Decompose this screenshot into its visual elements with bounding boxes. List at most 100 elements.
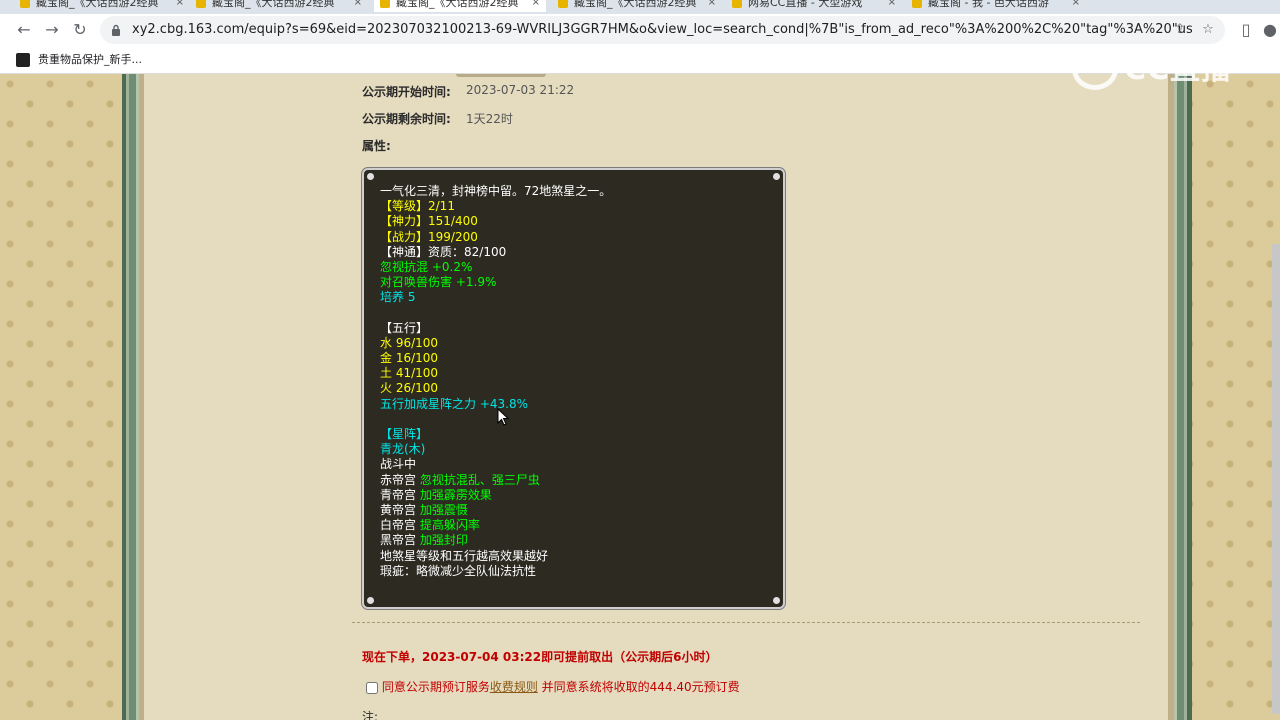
cc-logo-icon <box>1072 48 1118 90</box>
attribute-line: 培养 5 <box>380 290 611 305</box>
tab-title: 藏宝阁_《大话西游2经典 <box>396 0 519 9</box>
attribute-text: 【战力】199/200 <box>380 229 478 244</box>
attribute-line: 青帝宫 加强霹雳效果 <box>380 488 611 503</box>
attribute-line: 白帝宫 提高躲闪率 <box>380 518 611 533</box>
attribute-line: 地煞星等级和五行越高效果越好 <box>380 549 611 564</box>
attribute-text: 【星阵】 <box>380 427 429 441</box>
attribute-text: 水 96/100 <box>380 335 439 350</box>
agree-suffix: 并同意系统将收取的444.40元预订费 <box>537 680 740 694</box>
browser-tab[interactable]: 藏宝阁_《大话西游2经典 × <box>190 0 368 12</box>
tab-close-icon[interactable]: × <box>354 0 362 12</box>
address-bar[interactable]: xy2.cbg.163.com/equip?s=69&eid=202307032… <box>100 16 1225 44</box>
early-pickup-notice: 现在下单，2023-07-04 03:22即可提前取出（公示期后6小时） <box>362 650 718 664</box>
attribute-line <box>380 306 611 321</box>
attribute-text: 对召唤兽伤害 +1.9% <box>380 275 497 290</box>
palace-name: 白帝宫 <box>380 518 420 533</box>
attribute-text: 提高躲闪率 <box>419 518 480 533</box>
attribute-text: 瑕疵：略微减少全队仙法抗性 <box>380 563 537 578</box>
palace-name: 赤帝宫 <box>380 472 420 487</box>
fee-rules-link[interactable]: 收费规则 <box>490 680 538 694</box>
tab-strip: 藏宝阁_《大话西游2经典 × 藏宝阁_《大话西游2经典 × 藏宝阁_《大话西游2经典 × 藏… <box>0 0 1280 14</box>
attribute-line: 一气化三清，封神榜中留。72地煞星之一。 <box>380 184 611 199</box>
browser-tab[interactable]: 藏宝阁_《大话西游2经典 × <box>14 0 190 12</box>
tab-title: 藏宝阁_《大话西游2经典 <box>212 0 335 9</box>
panel-corner <box>773 597 780 604</box>
mouse-cursor-icon <box>497 408 509 426</box>
attribute-text: 忽视抗混 +0.2% <box>380 259 473 274</box>
palace-name: 黑帝宫 <box>380 533 420 548</box>
attribute-line: 五行加成星阵之力 +43.8% <box>380 397 611 412</box>
attribute-text: 培养 5 <box>380 290 416 305</box>
attribute-line: 【神通】资质：82/100 <box>380 245 611 260</box>
attribute-lines: 一气化三清，封神榜中留。72地煞星之一。 【等级】2/11 【神力】151/400 【… <box>380 184 611 579</box>
forward-icon[interactable]: → <box>40 18 64 42</box>
panel-corner <box>367 597 374 604</box>
attribute-line: 赤帝宫 忽视抗混乱、强三尸虫 <box>380 473 611 488</box>
attributes-label: 属性: <box>362 139 391 153</box>
panel-corner <box>367 173 374 180</box>
palace-name: 青帝宫 <box>380 487 420 502</box>
url-text[interactable]: xy2.cbg.163.com/equip?s=69&eid=202307032… <box>132 16 1192 44</box>
attribute-text: 土 41/100 <box>380 366 439 381</box>
bookmark-star-icon[interactable]: ☆ <box>1198 20 1218 40</box>
publicity-start-value: 2023-07-03 21:22 <box>466 83 575 97</box>
attribute-line: 对召唤兽伤害 +1.9% <box>380 275 611 290</box>
tab-title: 藏宝阁 - 我 - 芭大话西游 <box>928 0 1049 9</box>
attribute-text: 青龙(木) <box>380 442 426 457</box>
browser-tab[interactable]: 藏宝阁_《大话西游2经典 × <box>374 0 546 12</box>
tab-favicon-icon <box>20 0 30 8</box>
panel-corner <box>773 173 780 180</box>
section-tab-edge <box>456 74 546 77</box>
attribute-text: 金 16/100 <box>380 351 439 366</box>
prebook-checkbox[interactable] <box>366 681 378 694</box>
lock-icon <box>112 24 120 36</box>
attribute-line: 黄帝宫 加强震慑 <box>380 503 611 518</box>
attribute-line: 战斗中 <box>380 457 611 472</box>
share-icon[interactable]: ⇪ <box>1170 20 1190 40</box>
profile-icon[interactable]: ● <box>1258 18 1280 42</box>
sidepanel-icon[interactable]: ▯ <box>1234 18 1258 42</box>
tab-favicon-icon <box>380 0 390 8</box>
reload-icon[interactable]: ↻ <box>68 18 92 42</box>
section-divider <box>352 622 1140 623</box>
attribute-text: 一气化三清，封神榜中留。72地煞星之一。 <box>380 184 612 198</box>
tab-title: 网易CC直播 - 大型游戏 <box>748 0 863 9</box>
attribute-line: 水 96/100 <box>380 336 611 351</box>
attribute-text: 战斗中 <box>380 457 417 472</box>
agree-prefix: 同意公示期预订服务 <box>381 680 490 694</box>
cc-live-watermark: CC直播 <box>1072 48 1242 92</box>
attribute-text: 地煞星等级和五行越高效果越好 <box>380 548 549 563</box>
page-scrollbar[interactable] <box>1272 244 1280 714</box>
publicity-remaining-label: 公示期剩余时间: <box>362 112 451 126</box>
attribute-text: 【神力】151/400 <box>380 214 478 229</box>
browser-tab[interactable]: 藏宝阁_《大话西游2经典 × <box>552 0 722 12</box>
attribute-line: 【战力】199/200 <box>380 230 611 245</box>
attribute-line: 【星阵】 <box>380 427 611 442</box>
bookmark-item[interactable]: 贵重物品保护_新手... <box>38 46 142 74</box>
attribute-line: 土 41/100 <box>380 366 611 381</box>
palace-name: 黄帝宫 <box>380 502 420 517</box>
tab-title: 藏宝阁_《大话西游2经典 <box>574 0 697 9</box>
tab-title: 藏宝阁_《大话西游2经典 <box>36 0 159 9</box>
note-label: 注: <box>362 710 379 720</box>
attribute-line <box>380 412 611 427</box>
tab-favicon-icon <box>558 0 568 8</box>
back-icon[interactable]: ← <box>12 18 36 42</box>
tab-close-icon[interactable]: × <box>176 0 184 12</box>
tab-favicon-icon <box>732 0 742 8</box>
tab-close-icon[interactable]: × <box>888 0 896 12</box>
left-decor-border <box>122 74 144 720</box>
attribute-text: 【等级】2/11 <box>380 199 455 214</box>
attribute-line: 火 26/100 <box>380 381 611 396</box>
tab-close-icon[interactable]: × <box>708 0 716 12</box>
tab-close-icon[interactable]: × <box>532 0 540 12</box>
attribute-line: 瑕疵：略微减少全队仙法抗性 <box>380 564 611 579</box>
attribute-panel: 一气化三清，封神榜中留。72地煞星之一。 【等级】2/11 【神力】151/400 【… <box>362 168 785 609</box>
browser-tab[interactable]: 藏宝阁 - 我 - 芭大话西游 × <box>906 0 1086 12</box>
tab-close-icon[interactable]: × <box>1072 0 1080 12</box>
browser-tab[interactable]: 网易CC直播 - 大型游戏 × <box>726 0 902 12</box>
attribute-line: 【神力】151/400 <box>380 214 611 229</box>
publicity-remaining-value: 1天22时 <box>466 112 513 126</box>
attribute-line: 金 16/100 <box>380 351 611 366</box>
tab-favicon-icon <box>912 0 922 8</box>
